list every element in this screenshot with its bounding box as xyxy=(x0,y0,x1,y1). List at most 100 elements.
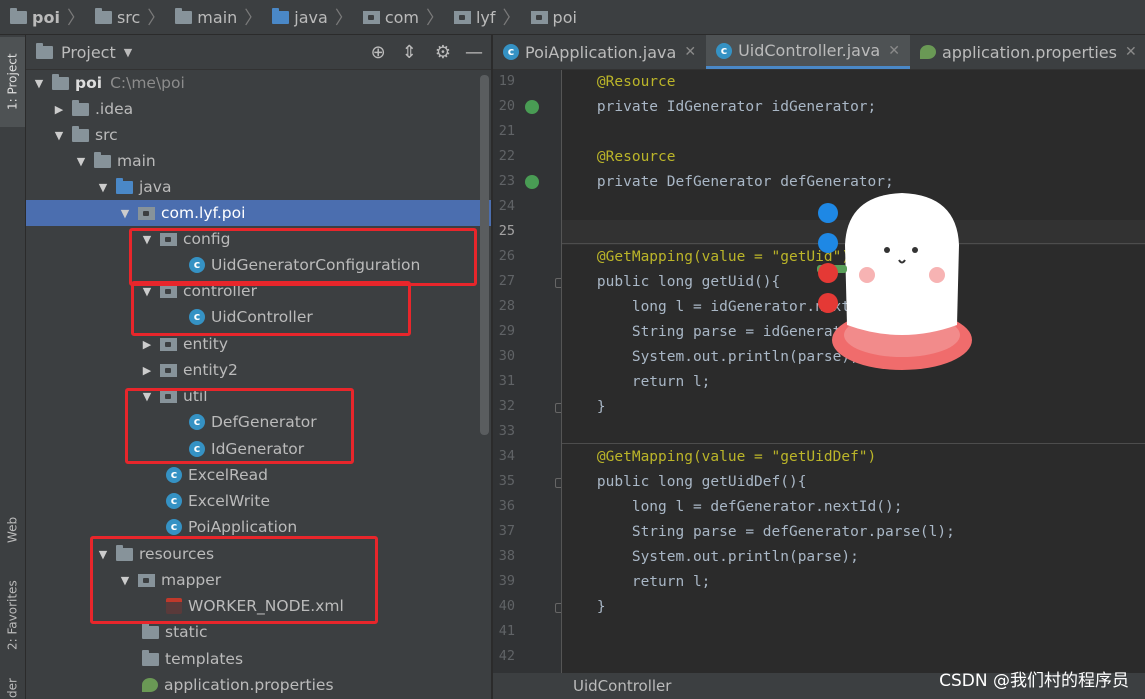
code-line: } xyxy=(562,599,606,615)
expand-arrow-icon[interactable]: ▶ xyxy=(140,364,154,377)
code-editor[interactable]: @Resource private IdGenerator idGenerato… xyxy=(562,70,1145,673)
highlight-box-config xyxy=(129,228,477,286)
tree-item-application-properties[interactable]: application.properties xyxy=(26,672,491,698)
editor-tab-bar: c PoiApplication.java ✕ c UidController.… xyxy=(493,35,1145,70)
code-line: public long getUidDef(){ xyxy=(562,474,807,490)
expand-arrow-icon[interactable]: ▼ xyxy=(32,77,46,90)
tree-item-templates[interactable]: templates xyxy=(26,646,491,672)
fold-marker-icon[interactable] xyxy=(555,478,561,488)
code-line: System.out.println(parse); xyxy=(562,549,859,565)
line-number: 38 xyxy=(498,548,515,564)
line-number: 22 xyxy=(498,148,515,164)
wrench-icon[interactable] xyxy=(818,233,838,253)
project-tree-scrollbar[interactable] xyxy=(480,75,489,435)
expand-arrow-icon[interactable]: ▼ xyxy=(96,181,110,194)
method-separator xyxy=(562,443,1145,444)
highlight-box-controller xyxy=(131,281,411,336)
line-number: 19 xyxy=(498,73,515,89)
code-line: return l; xyxy=(562,374,711,390)
gear-icon[interactable]: ⚙ xyxy=(435,42,451,63)
line-number: 42 xyxy=(498,648,515,664)
line-number: 20 xyxy=(498,98,515,114)
line-number: 34 xyxy=(498,448,515,464)
tab-uidcontroller-java[interactable]: c UidController.java ✕ xyxy=(706,35,910,69)
runnable-class-icon: c xyxy=(166,493,182,509)
expand-arrow-icon[interactable]: ▼ xyxy=(74,155,88,168)
breadcrumb-item-lyf[interactable]: lyf 〉 xyxy=(444,4,521,30)
expand-arrow-icon[interactable]: ▶ xyxy=(52,103,66,116)
close-icon[interactable]: ✕ xyxy=(684,44,696,60)
tree-item-main[interactable]: ▼ main xyxy=(26,148,491,174)
module-folder-icon xyxy=(10,7,27,24)
tree-item-java[interactable]: ▼ java xyxy=(26,174,491,200)
project-view-selector[interactable]: Project xyxy=(61,43,116,62)
structure-tool-tab[interactable]: der xyxy=(0,678,25,699)
tool-window-strip: 1: Project Web 2: Favorites der xyxy=(0,35,26,699)
fold-marker-icon[interactable] xyxy=(555,278,561,288)
hide-panel-icon[interactable]: — xyxy=(465,42,483,63)
locate-icon[interactable]: ⊕ xyxy=(371,42,386,63)
expand-arrow-icon[interactable]: ▶ xyxy=(140,338,154,351)
collapse-all-icon[interactable]: ⇕ xyxy=(402,42,417,63)
breadcrumb-item-main[interactable]: main 〉 xyxy=(165,4,262,30)
folder-icon xyxy=(72,99,89,116)
navigate-to-bean-icon[interactable] xyxy=(525,100,539,114)
line-number: 27 xyxy=(498,273,515,289)
tree-item-excelread[interactable]: c ExcelRead xyxy=(26,462,491,488)
code-line: private IdGenerator idGenerator; xyxy=(562,99,877,115)
navigate-to-bean-icon[interactable] xyxy=(525,175,539,189)
chevron-down-icon[interactable]: ▼ xyxy=(124,46,132,59)
line-number: 31 xyxy=(498,373,515,389)
class-icon: c xyxy=(716,42,733,59)
folder-icon xyxy=(94,7,112,24)
code-line: @GetMapping(value = "getUidDef") xyxy=(562,449,877,465)
code-line: @Resource xyxy=(562,149,676,165)
project-panel-header: Project ▼ ⊕ ⇕ ⚙ — xyxy=(26,35,491,70)
breadcrumb-item-poi[interactable]: poi 〉 xyxy=(0,4,85,30)
skin-icon[interactable] xyxy=(818,203,838,223)
translate-toolbar xyxy=(818,203,838,313)
close-icon[interactable]: ✕ xyxy=(888,43,900,59)
status-breadcrumb[interactable]: UidController xyxy=(573,677,671,695)
tree-item-package-com-lyf-poi[interactable]: ▼ com.lyf.poi xyxy=(26,200,491,226)
tree-item-src[interactable]: ▼ src xyxy=(26,122,491,148)
line-number: 32 xyxy=(498,398,515,414)
line-number: 37 xyxy=(498,523,515,539)
code-line: return l; xyxy=(562,574,711,590)
tree-item-poi[interactable]: ▼ poi C:\me\poi xyxy=(26,70,491,96)
watermark-text: CSDN @我们村的程序员 xyxy=(939,671,1129,691)
package-icon xyxy=(530,10,548,24)
breadcrumb-item-src[interactable]: src 〉 xyxy=(85,4,165,30)
expand-arrow-icon[interactable]: ▼ xyxy=(52,129,66,142)
close-icon[interactable]: ✕ xyxy=(1125,44,1137,60)
line-number: 39 xyxy=(498,573,515,589)
module-icon xyxy=(52,73,69,90)
fold-marker-icon[interactable] xyxy=(555,603,561,613)
code-line: @Resource xyxy=(562,74,676,90)
editor-gutter: 19 20 21 22 23 24 25 26 27 28 29 30 31 3… xyxy=(493,70,562,673)
breadcrumb-item-poi-package[interactable]: poi xyxy=(521,8,577,27)
tab-poiapplication-java[interactable]: c PoiApplication.java ✕ xyxy=(493,35,706,69)
emoji-icon[interactable] xyxy=(818,263,838,283)
tree-item-excelwrite[interactable]: c ExcelWrite xyxy=(26,488,491,514)
spring-boot-class-icon: c xyxy=(166,519,182,535)
line-number: 40 xyxy=(498,598,515,614)
spring-boot-class-icon: c xyxy=(503,44,519,60)
line-number: 33 xyxy=(498,423,515,439)
highlight-box-resources xyxy=(90,536,378,624)
tree-item-entity2[interactable]: ▶ entity2 xyxy=(26,357,491,383)
package-icon xyxy=(160,363,177,377)
source-folder-icon xyxy=(272,7,290,24)
breadcrumb-item-java[interactable]: java 〉 xyxy=(262,4,353,30)
tree-item-idea[interactable]: ▶ .idea xyxy=(26,96,491,122)
package-icon xyxy=(453,10,471,24)
english-input-icon[interactable] xyxy=(818,293,838,313)
project-tool-tab[interactable]: 1: Project xyxy=(0,37,25,127)
expand-arrow-icon[interactable]: ▼ xyxy=(118,207,132,220)
breadcrumb-item-com[interactable]: com 〉 xyxy=(353,4,444,30)
favorites-tool-tab[interactable]: 2: Favorites xyxy=(0,560,25,670)
tab-application-properties[interactable]: application.properties ✕ xyxy=(910,35,1145,69)
fold-marker-icon[interactable] xyxy=(555,403,561,413)
